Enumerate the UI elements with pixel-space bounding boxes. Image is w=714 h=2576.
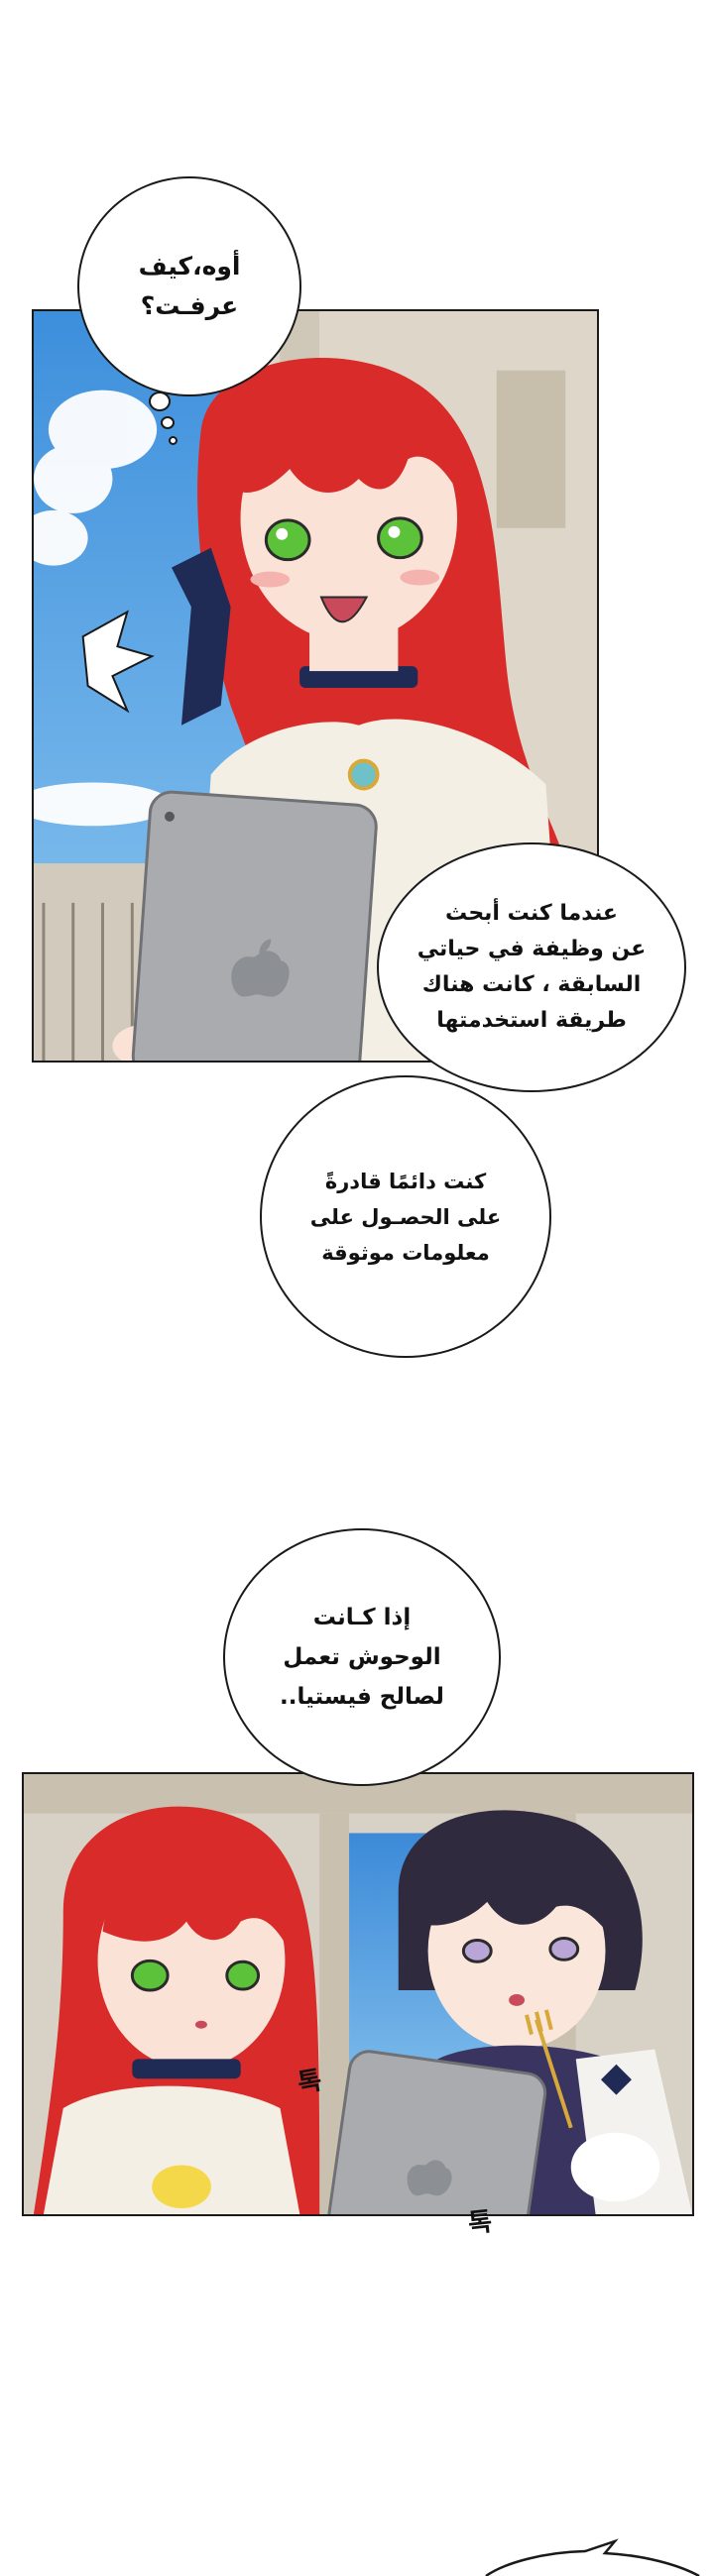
speech-bubble-2: عندما كنت أبحث عن وظيفة في حياتي السابقة…: [377, 842, 686, 1092]
panel-2-artwork: [24, 1774, 692, 2214]
speech-bubble-2-text: عندما كنت أبحث عن وظيفة في حياتي السابقة…: [416, 901, 647, 1033]
partial-speech-bubble: [485, 2538, 700, 2576]
speech-bubble-3: كنت دائمًا قادرةً على الحصـول على معلوما…: [260, 1075, 551, 1358]
thought-dot: [169, 436, 178, 445]
speech-bubble-1: أوه،كيف عرفـت؟: [77, 176, 301, 396]
comic-panel-2: [22, 1772, 694, 2216]
tablet-device: [131, 790, 378, 1061]
sound-effect-tap: 톡: [466, 2206, 494, 2240]
speech-bubble-4: إذا كـانت الوحوش تعمل لصالح فيستيا..: [223, 1528, 501, 1786]
speech-bubble-1-text: أوه،كيف عرفـت؟: [138, 252, 241, 320]
speech-bubble-4-text: إذا كـانت الوحوش تعمل لصالح فيستيا..: [280, 1605, 444, 1710]
thought-dot: [161, 416, 175, 429]
speech-bubble-3-text: كنت دائمًا قادرةً على الحصـول على معلوما…: [309, 1169, 502, 1265]
thought-dot: [149, 392, 171, 411]
